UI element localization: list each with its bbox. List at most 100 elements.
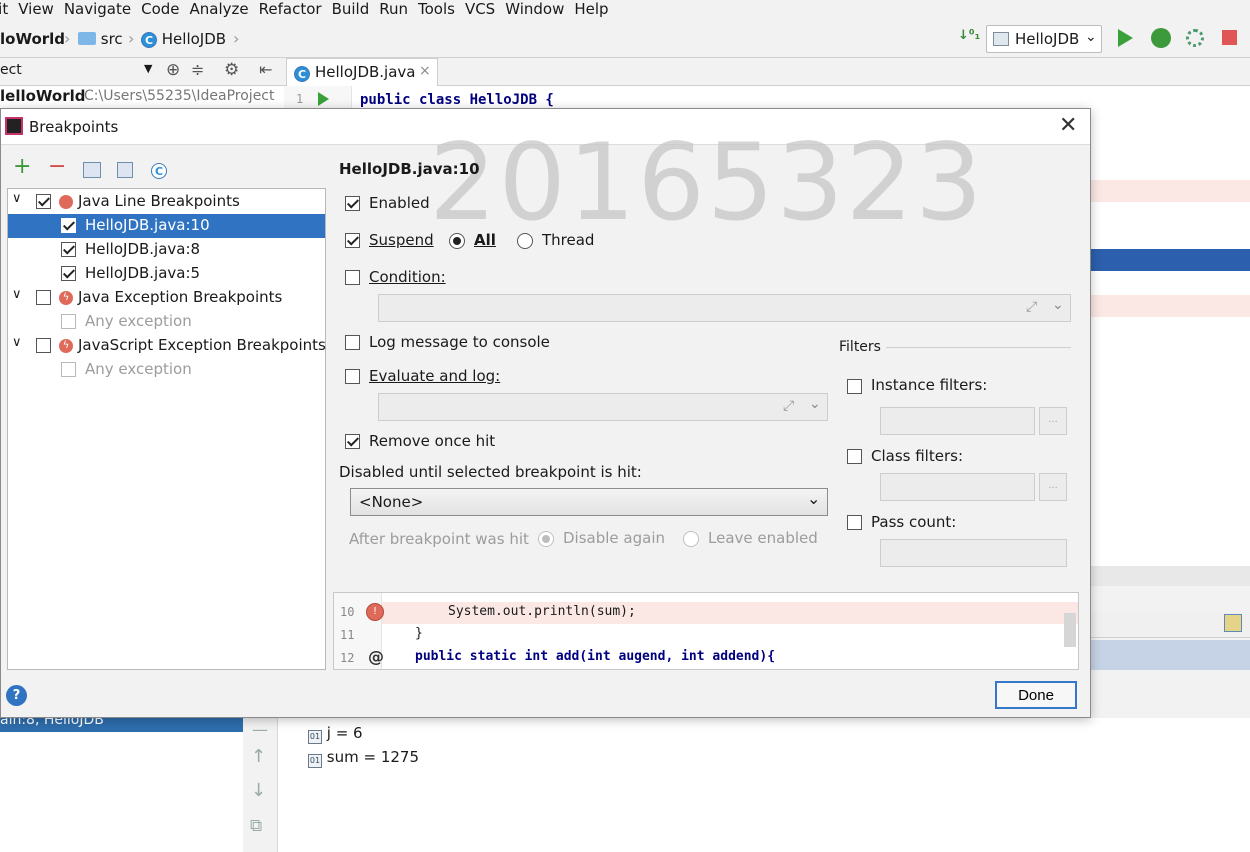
menu-vcs[interactable]: VCS bbox=[465, 0, 495, 20]
group-by-class-icon[interactable]: C bbox=[151, 161, 167, 179]
restore-layout-icon[interactable] bbox=[1224, 614, 1242, 632]
run-gutter-icon[interactable] bbox=[318, 92, 329, 106]
chevron-right-icon: › bbox=[128, 29, 135, 48]
java-line-checkbox[interactable] bbox=[36, 194, 51, 209]
tree-item-bp1[interactable]: HelloJDB.java:10 bbox=[8, 214, 325, 238]
evaluate-label: Evaluate and log: bbox=[369, 367, 501, 385]
project-view-select[interactable]: ect bbox=[0, 62, 22, 78]
dialog-title: Breakpoints bbox=[29, 118, 119, 136]
breakpoint-marker-icon[interactable]: ! bbox=[366, 603, 384, 621]
close-tab-icon[interactable]: × bbox=[419, 63, 431, 79]
variable-j[interactable]: 01 j = 6 bbox=[308, 724, 363, 744]
arrow-down-icon[interactable]: ↓ bbox=[251, 780, 266, 801]
java-exception-checkbox[interactable] bbox=[36, 290, 51, 305]
tree-group-java-exception[interactable]: ∨ ϟ Java Exception Breakpoints bbox=[8, 286, 325, 310]
suspend-checkbox[interactable] bbox=[345, 233, 360, 248]
disabled-until-select[interactable]: <None> ⌄ bbox=[350, 488, 828, 516]
tree-item-any-exception[interactable]: Any exception bbox=[8, 310, 325, 334]
add-icon[interactable]: + bbox=[13, 156, 31, 178]
breakpoints-tree[interactable]: ∨ Java Line Breakpoints HelloJDB.java:10… bbox=[7, 188, 326, 670]
chevron-down-icon[interactable]: ⌄ bbox=[1052, 297, 1064, 313]
instance-filters-checkbox[interactable] bbox=[847, 379, 862, 394]
class-filters-checkbox[interactable] bbox=[847, 449, 862, 464]
close-icon[interactable]: ✕ bbox=[1059, 113, 1077, 138]
expand-icon[interactable]: ⤢ bbox=[1026, 299, 1037, 315]
locate-icon[interactable]: ⊕ bbox=[166, 60, 180, 80]
pass-count-checkbox[interactable] bbox=[847, 515, 862, 530]
condition-input[interactable]: ⤢ ⌄ bbox=[378, 294, 1071, 322]
variable-sum[interactable]: 01 sum = 1275 bbox=[308, 748, 419, 768]
chevron-down-icon[interactable]: ∨ bbox=[12, 191, 22, 206]
remove-once-checkbox[interactable] bbox=[345, 434, 360, 449]
run-configuration-select[interactable]: HelloJDB ⌄ bbox=[986, 25, 1102, 53]
editor-tab[interactable]: C HelloJDB.java × bbox=[286, 58, 438, 86]
breadcrumb-class[interactable]: C HelloJDB bbox=[141, 30, 226, 48]
menu-window[interactable]: Window bbox=[505, 0, 564, 20]
chevron-right-icon: › bbox=[233, 29, 240, 48]
gear-icon[interactable]: ⚙ bbox=[224, 60, 239, 80]
disable-again-radio[interactable] bbox=[538, 531, 554, 547]
breadcrumb-src[interactable]: src bbox=[78, 30, 123, 48]
menu-run[interactable]: Run bbox=[379, 0, 408, 20]
js-exception-checkbox[interactable] bbox=[36, 338, 51, 353]
remove-icon[interactable]: − bbox=[48, 156, 66, 178]
bp2-checkbox[interactable] bbox=[61, 242, 76, 257]
leave-enabled-radio[interactable] bbox=[683, 531, 699, 547]
preview-scrollbar[interactable] bbox=[1064, 613, 1076, 647]
tree-item-any-exception-js[interactable]: Any exception bbox=[8, 358, 325, 382]
coverage-icon[interactable] bbox=[1186, 29, 1204, 47]
tree-group-js-exception[interactable]: ∨ ϟ JavaScript Exception Breakpoints bbox=[8, 334, 326, 358]
evaluate-input[interactable]: ⤢ ⌄ bbox=[378, 393, 828, 421]
menu-analyze[interactable]: Analyze bbox=[190, 0, 249, 20]
chevron-down-icon[interactable]: ⌄ bbox=[809, 396, 821, 412]
breadcrumb-project[interactable]: loWorld bbox=[0, 30, 65, 48]
menu-code[interactable]: Code bbox=[141, 0, 179, 20]
dropdown-arrow-icon[interactable]: ▼ bbox=[144, 62, 152, 75]
condition-checkbox[interactable] bbox=[345, 270, 360, 285]
menu-help[interactable]: Help bbox=[574, 0, 608, 20]
instance-filters-input[interactable] bbox=[880, 407, 1035, 435]
minus-icon[interactable]: — bbox=[252, 720, 268, 739]
debug-icon[interactable] bbox=[1151, 28, 1171, 48]
instance-filters-browse-button[interactable]: ... bbox=[1039, 407, 1067, 435]
suspend-thread-radio[interactable] bbox=[517, 233, 533, 249]
collapse-icon[interactable]: ≑ bbox=[191, 60, 204, 79]
sort-icon[interactable]: ↓⁰₁ bbox=[958, 28, 980, 43]
evaluate-checkbox[interactable] bbox=[345, 369, 360, 384]
suspend-all-radio[interactable] bbox=[449, 233, 465, 249]
tree-item-bp3[interactable]: HelloJDB.java:5 bbox=[8, 262, 325, 286]
menu-refactor[interactable]: Refactor bbox=[259, 0, 322, 20]
class-filters-browse-button[interactable]: ... bbox=[1039, 473, 1067, 501]
any-exception-js-checkbox[interactable] bbox=[61, 362, 76, 377]
log-message-checkbox[interactable] bbox=[345, 335, 360, 350]
run-icon[interactable] bbox=[1118, 29, 1133, 47]
menu-view[interactable]: View bbox=[18, 0, 54, 20]
pass-count-label: Pass count: bbox=[871, 513, 957, 531]
help-button[interactable]: ? bbox=[6, 685, 27, 706]
chevron-down-icon[interactable]: ∨ bbox=[12, 287, 22, 302]
menu-navigate[interactable]: Navigate bbox=[64, 0, 131, 20]
pass-count-input[interactable] bbox=[880, 539, 1067, 567]
expand-icon[interactable]: ⤢ bbox=[783, 398, 794, 414]
menu-edit[interactable]: lit bbox=[0, 0, 8, 20]
class-filters-input[interactable] bbox=[880, 473, 1035, 501]
enabled-checkbox[interactable] bbox=[345, 196, 360, 211]
tree-group-java-line[interactable]: ∨ Java Line Breakpoints bbox=[8, 190, 325, 214]
project-tree-root[interactable]: lelloWorld C:\Users\55235\IdeaProject bbox=[0, 86, 284, 108]
arrow-up-icon[interactable]: ↑ bbox=[251, 746, 266, 767]
tree-label: JavaScript Exception Breakpoints bbox=[78, 336, 326, 354]
group-by-package-icon[interactable] bbox=[83, 162, 101, 178]
copy-icon[interactable]: ⧉ bbox=[250, 816, 262, 836]
tree-item-bp2[interactable]: HelloJDB.java:8 bbox=[8, 238, 325, 262]
project-panel-header: ect ▼ ⊕ ≑ ⚙ ⇤ bbox=[0, 58, 284, 86]
stop-icon[interactable] bbox=[1222, 30, 1237, 45]
bp3-checkbox[interactable] bbox=[61, 266, 76, 281]
menu-tools[interactable]: Tools bbox=[418, 0, 455, 20]
any-exception-checkbox[interactable] bbox=[61, 314, 76, 329]
chevron-down-icon[interactable]: ∨ bbox=[12, 335, 22, 350]
done-button[interactable]: Done bbox=[995, 681, 1077, 709]
hide-panel-icon[interactable]: ⇤ bbox=[259, 60, 272, 79]
group-by-file-icon[interactable] bbox=[117, 162, 133, 178]
bp1-checkbox[interactable] bbox=[61, 218, 76, 233]
menu-build[interactable]: Build bbox=[332, 0, 370, 20]
